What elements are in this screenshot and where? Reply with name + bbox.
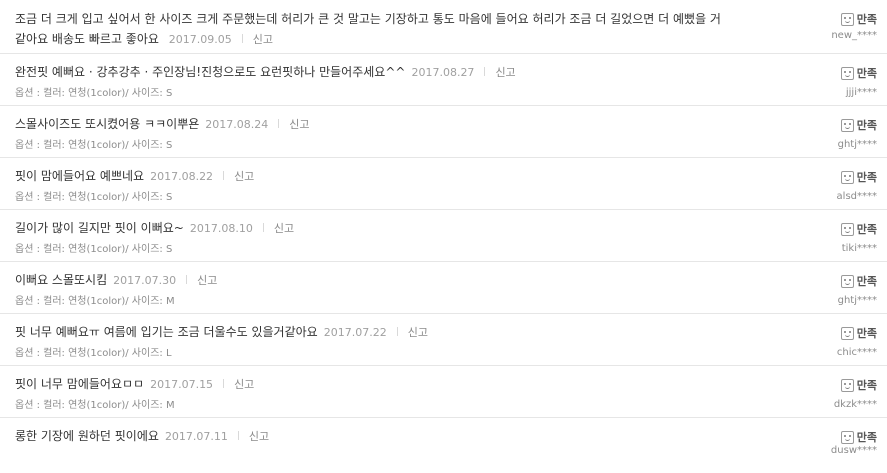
option-info: 옵션 : 컬러: 연청(1color)/ 사이즈: M xyxy=(15,296,175,307)
satisfied-face-icon xyxy=(840,274,854,288)
divider xyxy=(223,171,225,180)
divider xyxy=(241,34,243,43)
rating-badge: 만족 xyxy=(840,169,877,185)
reviewer-id: alsd**** xyxy=(836,191,877,202)
rating-badge: 만족 xyxy=(840,11,877,27)
satisfied-face-icon xyxy=(840,222,854,236)
satisfied-face-icon xyxy=(840,66,854,80)
rating-badge: 만족 xyxy=(840,117,877,133)
report-link[interactable]: 신고 xyxy=(495,66,515,79)
review-date: 2017.07.22 xyxy=(323,326,387,339)
rating-label: 만족 xyxy=(856,275,877,288)
satisfied-face-icon xyxy=(840,12,854,26)
rating-badge: 만족 xyxy=(840,221,877,237)
review-row: 조금 더 크게 입고 싶어서 한 사이즈 크게 주문했는데 허리가 큰 것 말고… xyxy=(0,0,887,54)
report-link[interactable]: 신고 xyxy=(289,118,309,131)
review-row: 핏이 맘에들어요 예쁘네요 2017.08.22 신고 옵션 : 컬러: 연청(1c… xyxy=(0,158,887,210)
rating-label: 만족 xyxy=(856,119,877,132)
report-link[interactable]: 신고 xyxy=(253,33,273,46)
reviewer-id: new_**** xyxy=(831,30,877,41)
report-link[interactable]: 신고 xyxy=(234,170,254,183)
divider xyxy=(223,379,225,388)
option-info: 옵션 : 컬러: 연청(1color)/ 사이즈: M xyxy=(15,400,175,411)
review-row: 핏이 너무 맘에들어요ㅁㅁ 2017.07.15 신고 옵션 : 컬러: 연청(1c… xyxy=(0,366,887,418)
review-row: 이뻐요 스몰또시킴 2017.07.30 신고 옵션 : 컬러: 연청(1color… xyxy=(0,262,887,314)
divider xyxy=(237,431,239,440)
option-info: 옵션 : 컬러: 연청(1color)/ 사이즈: S xyxy=(15,192,173,203)
review-text: 롱한 기장에 원하던 핏이에요 xyxy=(15,429,159,443)
rating-badge: 만족 xyxy=(840,325,877,341)
review-date: 2017.08.24 xyxy=(205,118,269,131)
divider xyxy=(484,67,486,76)
rating-badge: 만족 xyxy=(840,65,877,81)
report-link[interactable]: 신고 xyxy=(234,378,254,391)
review-text: 핏이 너무 맘에들어요ㅁㅁ xyxy=(15,377,145,391)
rating-badge: 만족 xyxy=(840,377,877,393)
option-info: 옵션 : 컬러: 연청(1color)/ 사이즈: S xyxy=(15,88,173,99)
review-date: 2017.08.27 xyxy=(411,66,475,79)
review-text: 핏 너무 예뻐요ㅠ 여름에 입기는 조금 더울수도 있을거같아요 xyxy=(15,325,318,339)
review-date: 2017.09.05 xyxy=(168,33,232,46)
rating-label: 만족 xyxy=(856,67,877,80)
review-text: 핏이 맘에들어요 예쁘네요 xyxy=(15,169,145,183)
reviewer-id: jjji**** xyxy=(845,87,877,98)
report-link[interactable]: 신고 xyxy=(249,430,269,443)
reviewer-id: dkzk**** xyxy=(833,399,877,410)
rating-badge: 만족 xyxy=(840,273,877,289)
review-row: 길이가 많이 길지만 핏이 이뻐요~ 2017.08.10 신고 옵션 : 컬러: … xyxy=(0,210,887,262)
rating-label: 만족 xyxy=(856,327,877,340)
rating-label: 만족 xyxy=(856,431,877,444)
divider xyxy=(186,275,188,284)
satisfied-face-icon xyxy=(840,326,854,340)
rating-badge: 만족 xyxy=(840,429,877,445)
review-row: 롱한 기장에 원하던 핏이에요 2017.07.11 신고 만족 dusw**** xyxy=(0,418,887,470)
review-row: 완전핏 예뻐요 · 강추강추 · 주인장님!진청으로도 요런핏하나 만들어주세요… xyxy=(0,54,887,106)
satisfied-face-icon xyxy=(840,378,854,392)
review-date: 2017.08.22 xyxy=(150,170,214,183)
report-link[interactable]: 신고 xyxy=(408,326,428,339)
reviewer-id: tiki**** xyxy=(841,243,877,254)
satisfied-face-icon xyxy=(840,170,854,184)
review-text: 스몰사이즈도 또시켰어용 ㅋㅋ이뿌욘 xyxy=(15,117,200,131)
divider xyxy=(396,327,398,336)
rating-label: 만족 xyxy=(856,223,877,236)
option-info: 옵션 : 컬러: 연청(1color)/ 사이즈: L xyxy=(15,348,172,359)
divider xyxy=(262,223,264,232)
rating-label: 만족 xyxy=(856,379,877,392)
review-text: 길이가 많이 길지만 핏이 이뻐요~ xyxy=(15,221,184,235)
review-date: 2017.08.10 xyxy=(189,222,253,235)
rating-label: 만족 xyxy=(856,171,877,184)
review-date: 2017.07.11 xyxy=(164,430,228,443)
review-date: 2017.07.15 xyxy=(150,378,214,391)
review-row: 핏 너무 예뻐요ㅠ 여름에 입기는 조금 더울수도 있을거같아요 2017.07.… xyxy=(0,314,887,366)
divider xyxy=(278,119,280,128)
satisfied-face-icon xyxy=(840,430,854,444)
review-text: 조금 더 크게 입고 싶어서 한 사이즈 크게 주문했는데 허리가 큰 것 말고… xyxy=(15,12,721,46)
report-link[interactable]: 신고 xyxy=(274,222,294,235)
report-link[interactable]: 신고 xyxy=(197,274,217,287)
review-content: 조금 더 크게 입고 싶어서 한 사이즈 크게 주문했는데 허리가 큰 것 말고… xyxy=(15,9,735,50)
review-list: 조금 더 크게 입고 싶어서 한 사이즈 크게 주문했는데 허리가 큰 것 말고… xyxy=(0,0,887,470)
reviewer-id: dusw**** xyxy=(830,445,877,456)
reviewer-id: chic**** xyxy=(836,347,877,358)
rating-label: 만족 xyxy=(856,13,877,26)
option-info: 옵션 : 컬러: 연청(1color)/ 사이즈: S xyxy=(15,140,173,151)
option-info: 옵션 : 컬러: 연청(1color)/ 사이즈: S xyxy=(15,244,173,255)
reviewer-id: ghtj**** xyxy=(837,139,877,150)
review-text: 이뻐요 스몰또시킴 xyxy=(15,273,108,287)
review-date: 2017.07.30 xyxy=(113,274,177,287)
reviewer-id: ghtj**** xyxy=(837,295,877,306)
satisfied-face-icon xyxy=(840,118,854,132)
review-row: 스몰사이즈도 또시켰어용 ㅋㅋ이뿌욘 2017.08.24 신고 옵션 : 컬러: … xyxy=(0,106,887,158)
review-text: 완전핏 예뻐요 · 강추강추 · 주인장님!진청으로도 요런핏하나 만들어주세요… xyxy=(15,65,406,79)
